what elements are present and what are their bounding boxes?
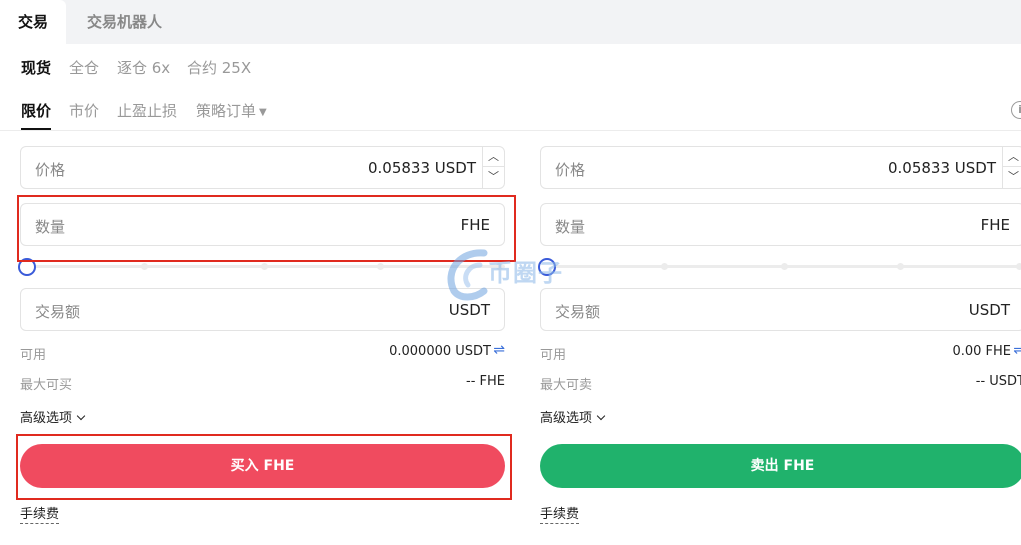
sell-total-field[interactable]: 交易额 USDT — [540, 288, 1021, 331]
stepper-up-icon[interactable]: ︿ — [1003, 147, 1021, 167]
buy-max-value: -- FHE — [466, 374, 505, 389]
sell-available-value: 0.00 FHE — [952, 344, 1011, 359]
slider-tick[interactable] — [141, 263, 148, 270]
sell-quantity-unit: FHE — [980, 216, 1010, 234]
sell-total-label: 交易额 — [555, 303, 601, 321]
sell-available-row: 可用 0.00 FHE ⇌ — [540, 342, 1021, 364]
sell-quantity-label: 数量 — [555, 218, 586, 236]
sell-panel: 价格 0.05833 USDT ︿ ﹀ 数量 FHE 交易额 USDT 可用 0… — [538, 0, 1021, 545]
sell-amount-slider[interactable] — [538, 258, 1021, 276]
slider-tick[interactable] — [661, 263, 668, 270]
advanced-label: 高级选项 — [540, 411, 593, 426]
sell-price-value: 0.05833 USDT — [887, 159, 996, 177]
sell-available-label: 可用 — [540, 348, 567, 363]
buy-quantity-label: 数量 — [35, 218, 66, 236]
sell-fee-link[interactable]: 手续费 — [540, 503, 580, 524]
sell-max-label: 最大可卖 — [540, 378, 593, 393]
stepper-down-icon[interactable]: ﹀ — [1003, 167, 1021, 187]
watermark-text: 币圈子 — [488, 259, 563, 287]
buy-button[interactable]: 买入 FHE — [20, 444, 505, 488]
sell-advanced-options[interactable]: 高级选项 — [540, 407, 606, 426]
buy-max-row: 最大可买 -- FHE — [20, 374, 505, 394]
sell-max-row: 最大可卖 -- USDT — [540, 374, 1021, 394]
slider-tick[interactable] — [897, 263, 904, 270]
stepper-up-icon[interactable]: ︿ — [483, 147, 504, 167]
sell-price-field[interactable]: 价格 0.05833 USDT ︿ ﹀ — [540, 146, 1021, 189]
buy-advanced-options[interactable]: 高级选项 — [20, 407, 86, 426]
buy-max-label: 最大可买 — [20, 378, 73, 393]
buy-fee-link[interactable]: 手续费 — [20, 503, 60, 524]
transfer-icon[interactable]: ⇌ — [493, 342, 505, 358]
buy-quantity-field[interactable]: 数量 FHE — [20, 203, 505, 246]
slider-tick[interactable] — [781, 263, 788, 270]
buy-available-value: 0.000000 USDT — [389, 344, 491, 359]
slider-tick[interactable] — [377, 263, 384, 270]
buy-price-label: 价格 — [35, 161, 66, 179]
transfer-icon[interactable]: ⇌ — [1013, 342, 1021, 358]
sell-max-value: -- USDT — [975, 374, 1021, 389]
advanced-label: 高级选项 — [20, 411, 73, 426]
buy-amount-slider[interactable] — [18, 258, 505, 276]
buy-price-stepper: ︿ ﹀ — [482, 147, 504, 188]
sell-quantity-field[interactable]: 数量 FHE — [540, 203, 1021, 246]
buy-panel: 价格 0.05833 USDT ︿ ﹀ 数量 FHE 交易额 USDT 可用 0… — [18, 0, 505, 545]
buy-total-label: 交易额 — [35, 303, 81, 321]
slider-tick[interactable] — [261, 263, 268, 270]
buy-total-unit: USDT — [448, 301, 490, 319]
buy-total-field[interactable]: 交易额 USDT — [20, 288, 505, 331]
chevron-down-icon — [76, 411, 86, 421]
buy-quantity-unit: FHE — [460, 216, 490, 234]
sell-total-unit: USDT — [968, 301, 1010, 319]
slider-handle[interactable] — [18, 258, 36, 276]
sell-button[interactable]: 卖出 FHE — [540, 444, 1021, 488]
watermark-logo: 币圈子 — [440, 243, 590, 303]
chevron-down-icon — [596, 411, 606, 421]
buy-available-row: 可用 0.000000 USDT ⇌ — [20, 342, 505, 364]
buy-price-value: 0.05833 USDT — [367, 159, 476, 177]
buy-available-label: 可用 — [20, 348, 47, 363]
stepper-down-icon[interactable]: ﹀ — [483, 167, 504, 187]
sell-price-label: 价格 — [555, 161, 586, 179]
buy-price-field[interactable]: 价格 0.05833 USDT ︿ ﹀ — [20, 146, 505, 189]
sell-price-stepper: ︿ ﹀ — [1002, 147, 1021, 188]
slider-tick[interactable] — [1016, 263, 1021, 270]
